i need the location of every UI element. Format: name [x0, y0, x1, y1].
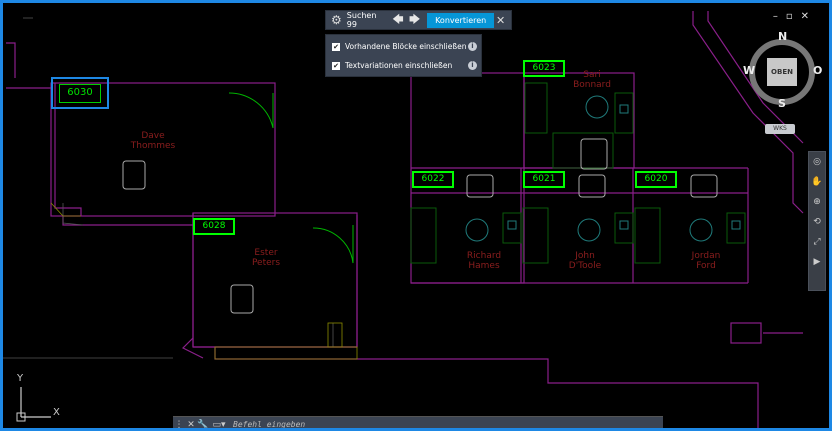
- room-tag[interactable]: 6021: [523, 171, 565, 188]
- command-line: ⋮ ✕ 🔧 ▭▾ Befehl eingeben: [173, 416, 663, 428]
- ucs-y-label: Y: [17, 373, 24, 384]
- pan-icon[interactable]: ✋: [809, 172, 825, 192]
- ucs-x-label: X: [53, 407, 60, 418]
- close-icon[interactable]: ✕: [494, 14, 507, 27]
- room-tag[interactable]: 6020: [635, 171, 677, 188]
- room-tag[interactable]: 6028: [193, 218, 235, 235]
- zoom-icon[interactable]: ⊕: [809, 192, 825, 212]
- room-tag[interactable]: 6023: [523, 60, 565, 77]
- room-tag[interactable]: 6022: [412, 171, 454, 188]
- info-icon[interactable]: i: [468, 42, 477, 51]
- compass-east[interactable]: O: [813, 64, 822, 77]
- gear-icon[interactable]: ⚙: [330, 13, 343, 27]
- include-blocks-label: Vorhandene Blöcke einschließen: [345, 42, 467, 51]
- occupant-label: Dave Thommes: [130, 131, 176, 151]
- include-blocks-checkbox[interactable]: ✔: [332, 42, 340, 51]
- navigation-bar: ◎ ✋ ⊕ ⟲ ⤢ ▶: [808, 151, 826, 291]
- command-history-icon[interactable]: ▭▾: [209, 420, 229, 428]
- search-count: Suchen 99: [346, 11, 377, 29]
- occupant-label: Ester Peters: [251, 248, 281, 268]
- arrow-right-icon[interactable]: 🡆: [408, 11, 421, 30]
- include-text-variations-label: Textvariationen einschließen: [345, 61, 453, 70]
- minimize-icon[interactable]: –: [773, 11, 786, 22]
- search-options-panel: ✔ Vorhandene Blöcke einschließen i ✔ Tex…: [325, 34, 482, 77]
- viewcube-top-face[interactable]: OBEN: [767, 58, 797, 86]
- occupant-label: Jordan Ford: [691, 251, 721, 271]
- selected-room-tag[interactable]: 6030: [51, 77, 109, 109]
- grip-icon[interactable]: ⋮: [173, 420, 185, 428]
- occupant-label: Richard Hames: [466, 251, 502, 271]
- orbit-icon[interactable]: ⟲: [809, 212, 825, 232]
- include-text-variations-option[interactable]: ✔ Textvariationen einschließen i: [332, 61, 477, 70]
- info-icon[interactable]: i: [468, 61, 477, 70]
- ucs-menu[interactable]: WKS: [765, 124, 795, 134]
- convert-button[interactable]: Konvertieren: [427, 12, 495, 28]
- block-search-toolbar: ⚙ Suchen 99 🡄 🡆 Konvertieren ✕: [325, 10, 512, 30]
- restore-icon[interactable]: ▫: [786, 11, 801, 22]
- occupant-label: Sari Bonnard: [573, 70, 611, 90]
- compass-south[interactable]: S: [778, 97, 786, 110]
- compass-west[interactable]: W: [743, 64, 755, 77]
- viewcube[interactable]: OBEN N S W O: [741, 30, 825, 115]
- window-controls[interactable]: –▫✕: [773, 11, 817, 22]
- close-icon[interactable]: ✕: [185, 420, 197, 428]
- command-input[interactable]: Befehl eingeben: [233, 419, 663, 428]
- room-number: 6030: [59, 84, 101, 103]
- drawing-viewport[interactable]: Dave Thommes Ester Peters Sari Bonnard R…: [0, 0, 832, 431]
- occupant-label: John D'Toole: [568, 251, 602, 271]
- include-blocks-option[interactable]: ✔ Vorhandene Blöcke einschließen i: [332, 42, 477, 51]
- extents-icon[interactable]: ⤢: [809, 232, 825, 252]
- close-window-icon[interactable]: ✕: [801, 11, 817, 22]
- steering-wheel-icon[interactable]: ◎: [809, 152, 825, 172]
- showmotion-icon[interactable]: ▶: [809, 252, 825, 272]
- arrow-left-icon[interactable]: 🡄: [391, 11, 404, 30]
- include-text-variations-checkbox[interactable]: ✔: [332, 61, 340, 70]
- compass-north[interactable]: N: [778, 30, 787, 43]
- wrench-icon[interactable]: 🔧: [197, 420, 209, 428]
